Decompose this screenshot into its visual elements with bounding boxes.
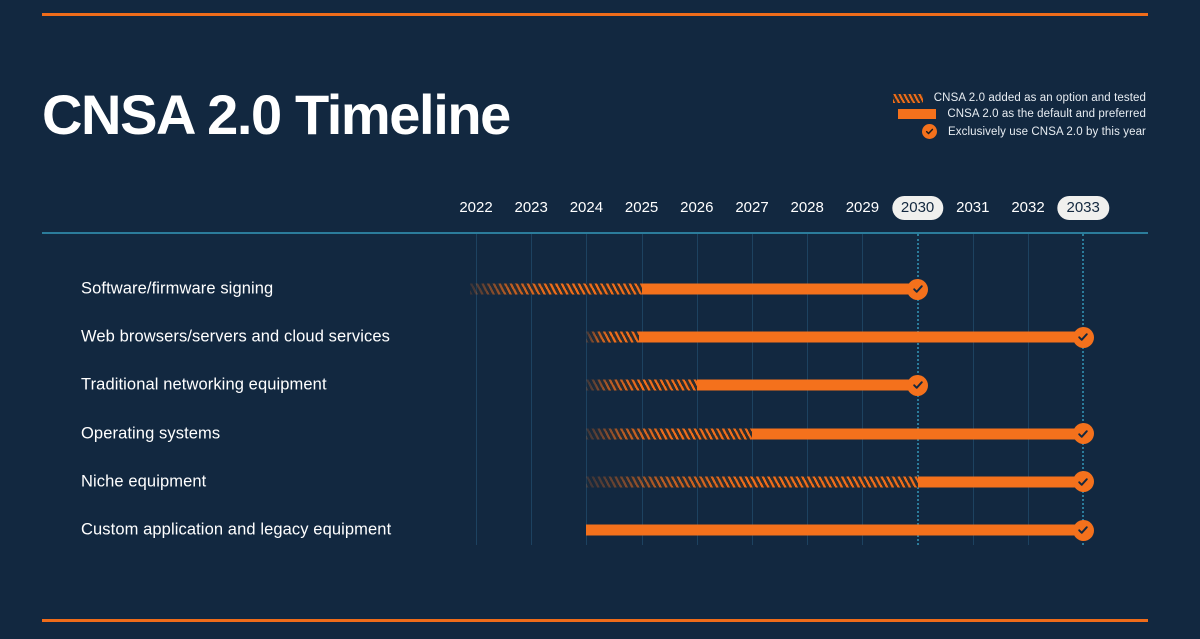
legend: CNSA 2.0 added as an option and tested C… <box>883 92 1146 139</box>
row-label: Custom application and legacy equipment <box>81 520 392 539</box>
bar-segment-default <box>696 379 918 391</box>
year-tick-2024: 2024 <box>569 199 604 216</box>
bar-segment-default <box>638 331 1084 343</box>
table-row: Custom application and legacy equipment <box>42 506 1148 554</box>
legend-label: CNSA 2.0 added as an option and tested <box>933 92 1146 104</box>
year-tick-2032: 2032 <box>1011 199 1045 216</box>
table-row: Software/firmware signing <box>42 265 1148 313</box>
legend-item-deadline: Exclusively use CNSA 2.0 by this year <box>897 124 1146 139</box>
row-label: Web browsers/servers and cloud services <box>81 327 390 346</box>
year-tick-2030: 2030 <box>891 196 944 220</box>
deadline-check-circle-icon <box>1072 471 1094 493</box>
solid-bar-swatch-icon <box>896 109 937 119</box>
year-tick-2027: 2027 <box>735 199 769 216</box>
bottom-accent-rule <box>42 619 1148 622</box>
legend-label: Exclusively use CNSA 2.0 by this year <box>947 125 1146 138</box>
row-label: Niche equipment <box>81 472 207 491</box>
legend-item-default: CNSA 2.0 as the default and preferred <box>896 108 1146 120</box>
bar-segment-tested <box>586 331 639 343</box>
bar-segment-tested <box>586 476 918 488</box>
year-tick-2022: 2022 <box>459 199 493 216</box>
table-row: Traditional networking equipment <box>42 361 1148 409</box>
deadline-check-circle-icon <box>907 278 929 300</box>
year-tick-2028: 2028 <box>790 199 824 216</box>
legend-label: CNSA 2.0 as the default and preferred <box>947 108 1146 120</box>
year-tick-2031: 2031 <box>956 199 990 216</box>
row-label: Operating systems <box>81 424 221 443</box>
bar-segment-default <box>586 524 1084 536</box>
table-row: Operating systems <box>42 410 1148 458</box>
bar-segment-default <box>917 476 1084 488</box>
bar-segment-tested <box>470 283 642 295</box>
table-row: Web browsers/servers and cloud services <box>42 313 1148 361</box>
bar-segment-default <box>752 428 1084 440</box>
year-axis: 2022 2023 2024 2025 2026 2027 2028 2029 2030 2031… <box>42 196 1148 232</box>
deadline-check-circle-icon <box>1072 423 1094 445</box>
timeline-chart: 2022 2023 2024 2025 2026 2027 2028 2029 2030 2031… <box>42 196 1148 548</box>
year-tick-2033: 2033 <box>1057 196 1109 220</box>
deadline-check-circle-icon <box>1072 326 1094 348</box>
bar-segment-tested <box>586 379 697 391</box>
bar-segment-default <box>641 283 918 295</box>
check-circle-icon <box>897 124 937 139</box>
deadline-check-circle-icon <box>1072 519 1094 541</box>
legend-item-tested: CNSA 2.0 added as an option and tested <box>883 92 1146 104</box>
year-tick-2026: 2026 <box>680 199 714 216</box>
bar-segment-tested <box>586 428 752 440</box>
table-row: Niche equipment <box>42 458 1148 506</box>
plot-area: Software/firmware signing Web browsers/se… <box>42 234 1148 546</box>
row-label: Traditional networking equipment <box>81 375 327 394</box>
top-accent-rule <box>42 13 1148 16</box>
year-tick-2023: 2023 <box>514 199 548 216</box>
year-tick-2029: 2029 <box>845 199 880 216</box>
hatched-bar-swatch-icon <box>883 93 923 103</box>
page-title: CNSA 2.0 Timeline <box>42 83 511 146</box>
row-label: Software/firmware signing <box>81 279 274 298</box>
year-tick-2025: 2025 <box>624 199 659 216</box>
deadline-check-circle-icon <box>907 374 929 396</box>
